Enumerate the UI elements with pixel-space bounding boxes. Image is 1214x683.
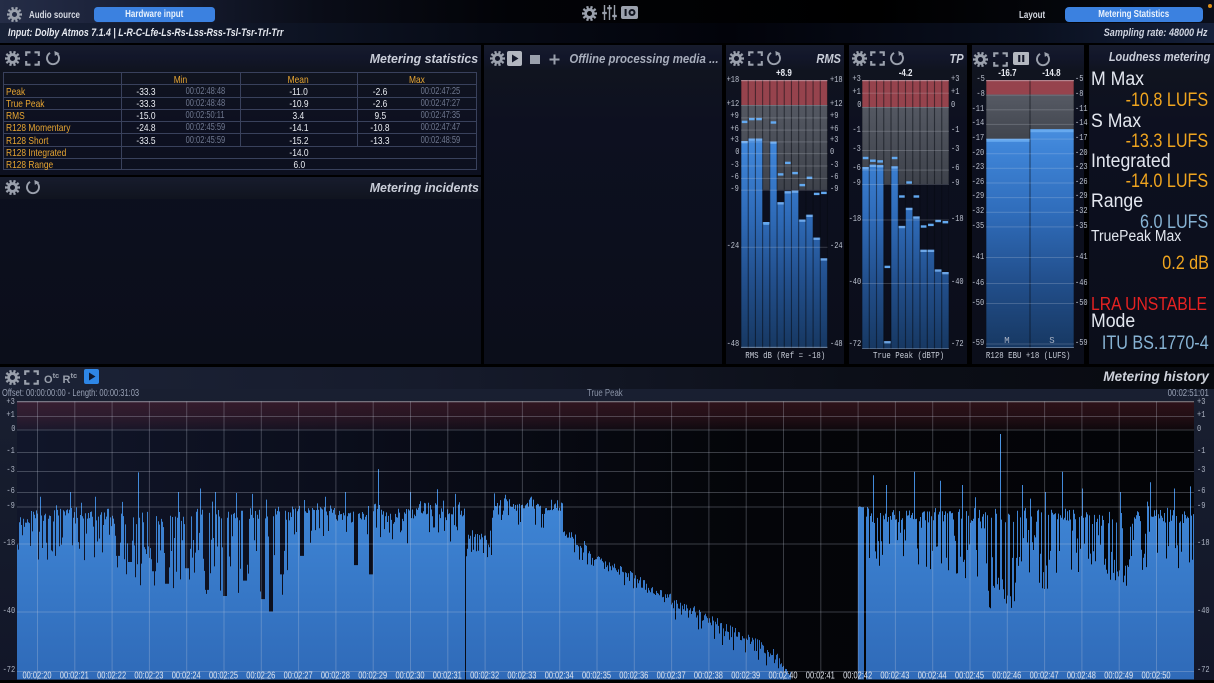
svg-text:00:02:40: 00:02:40 xyxy=(769,669,798,680)
svg-text:00:02:43: 00:02:43 xyxy=(880,669,909,680)
svg-text:00:02:29: 00:02:29 xyxy=(358,669,387,680)
svg-text:00:02:35: 00:02:35 xyxy=(582,669,611,680)
svg-text:00:02:38: 00:02:38 xyxy=(694,669,723,680)
svg-text:00:02:20: 00:02:20 xyxy=(23,669,52,680)
svg-text:00:02:32: 00:02:32 xyxy=(470,669,499,680)
svg-text:00:02:45: 00:02:45 xyxy=(955,669,984,680)
svg-text:00:02:25: 00:02:25 xyxy=(209,669,238,680)
svg-text:00:02:36: 00:02:36 xyxy=(619,669,648,680)
svg-text:00:02:41: 00:02:41 xyxy=(806,669,835,680)
svg-text:00:02:37: 00:02:37 xyxy=(657,669,686,680)
svg-text:00:02:33: 00:02:33 xyxy=(507,669,536,680)
svg-text:00:02:39: 00:02:39 xyxy=(731,669,760,680)
svg-text:00:02:50: 00:02:50 xyxy=(1142,669,1171,680)
svg-text:S: S xyxy=(1049,336,1054,346)
svg-text:00:02:49: 00:02:49 xyxy=(1104,669,1133,680)
svg-text:00:02:22: 00:02:22 xyxy=(97,669,126,680)
svg-text:00:02:47: 00:02:47 xyxy=(1030,669,1059,680)
svg-text:00:02:27: 00:02:27 xyxy=(284,669,313,680)
svg-text:00:02:44: 00:02:44 xyxy=(918,669,947,680)
svg-text:00:02:42: 00:02:42 xyxy=(843,669,872,680)
svg-text:00:02:34: 00:02:34 xyxy=(545,669,574,680)
svg-text:M: M xyxy=(1004,336,1009,346)
svg-text:00:02:31: 00:02:31 xyxy=(433,669,462,680)
svg-text:00:02:23: 00:02:23 xyxy=(134,669,163,680)
svg-text:00:02:24: 00:02:24 xyxy=(172,669,201,680)
svg-text:00:02:48: 00:02:48 xyxy=(1067,669,1096,680)
svg-text:00:02:46: 00:02:46 xyxy=(992,669,1021,680)
svg-text:00:02:26: 00:02:26 xyxy=(246,669,275,680)
svg-text:00:02:28: 00:02:28 xyxy=(321,669,350,680)
svg-text:00:02:30: 00:02:30 xyxy=(396,669,425,680)
svg-text:00:02:21: 00:02:21 xyxy=(60,669,89,680)
